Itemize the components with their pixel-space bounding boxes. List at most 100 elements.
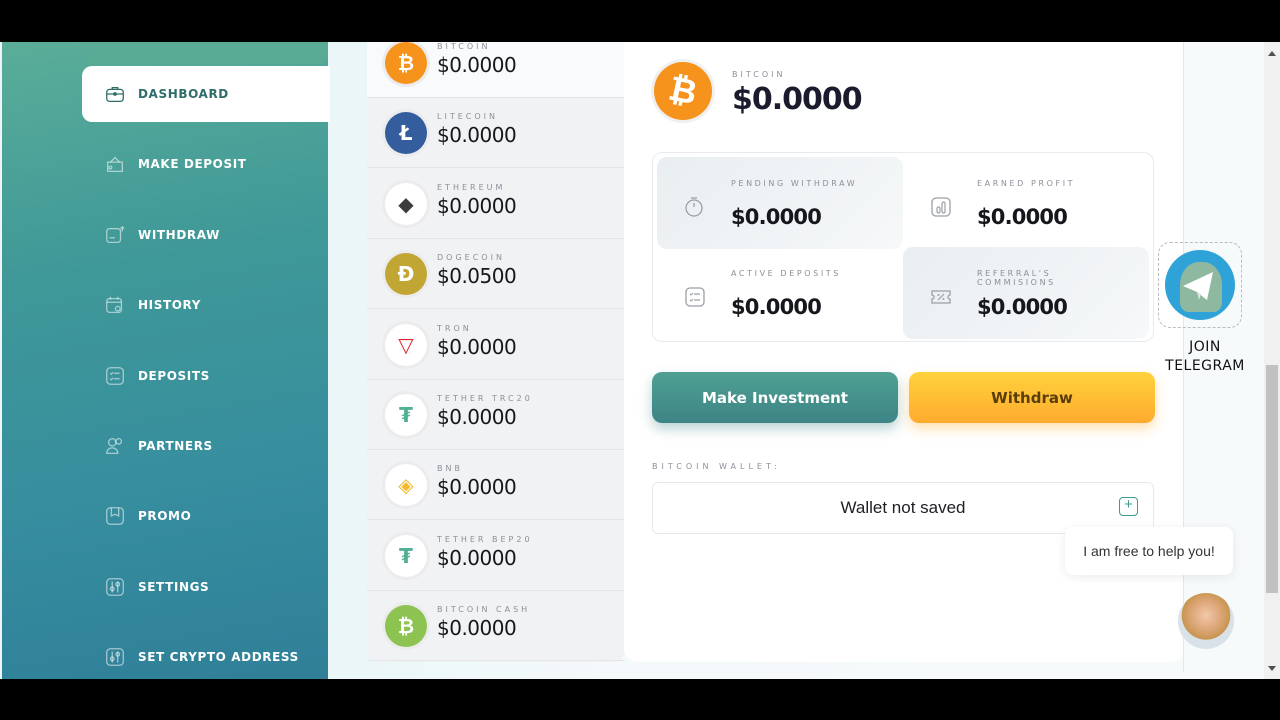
coin-row-bitcoin[interactable]: ₿ BITCOIN $0.0000 [367, 42, 625, 98]
stat-label: PENDING WITHDRAW [731, 179, 858, 188]
ethereum-logo-icon: ◆ [385, 182, 427, 225]
sidebar-item-history[interactable]: HISTORY [82, 277, 330, 333]
tron-logo-icon: ▽ [385, 323, 427, 366]
withdraw-button[interactable]: Withdraw [909, 372, 1155, 423]
sidebar-item-set-crypto-address[interactable]: SET CRYPTO ADDRESS [82, 629, 330, 679]
coin-name: TRON [437, 323, 472, 333]
timer-icon [685, 197, 703, 217]
coin-glyph: ₮ [399, 543, 413, 568]
stat-label: REFERRAL'S COMMISIONS [977, 269, 1056, 287]
coin-row-ethereum[interactable]: ◆ ETHEREUM $0.0000 [367, 169, 625, 239]
coin-glyph: ▽ [398, 332, 414, 357]
coin-balance: $0.0000 [437, 616, 517, 641]
stat-active-deposits: ACTIVE DEPOSITS $0.0000 [657, 247, 903, 339]
scroll-up-icon[interactable] [1268, 51, 1276, 56]
bar-chart-icon [931, 197, 951, 217]
coin-balance: $0.0000 [437, 545, 517, 570]
sidebar: DASHBOARD MAKE DEPOSIT WITHDRAW HISTORY DEPO… [2, 42, 330, 679]
coin-row-bitcoin-cash[interactable]: ₿ BITCOIN CASH $0.0000 [367, 591, 625, 662]
coin-balance: $0.0000 [437, 53, 517, 77]
telegram-button[interactable] [1158, 242, 1242, 328]
stat-value: $0.0000 [977, 205, 1068, 229]
coin-row-tron[interactable]: ▽ TRON $0.0000 [367, 310, 625, 380]
percent-ticket-icon [931, 290, 951, 304]
telegram-label-line1: JOIN [1189, 339, 1221, 355]
coin-glyph: Ł [399, 121, 413, 146]
chat-bubble[interactable]: I am free to help you! [1065, 527, 1233, 575]
coin-list: ₿ BITCOIN $0.0000 Ł LITECOIN $0.0000 ◆ ETHEREUM… [367, 42, 625, 662]
coin-glyph: Ð [397, 262, 415, 287]
sidebar-item-label: MAKE DEPOSIT [138, 157, 247, 172]
sidebar-item-partners[interactable]: PARTNERS [82, 418, 330, 474]
stat-earned-profit: EARNED PROFIT $0.0000 [903, 157, 1149, 249]
telegram-icon [1165, 250, 1235, 320]
users-icon [106, 438, 123, 454]
scrollbar[interactable] [1264, 42, 1280, 679]
bitcoin-logo-icon: ₿ [654, 62, 712, 120]
calendar-search-icon [106, 296, 123, 314]
sidebar-item-settings[interactable]: SETTINGS [82, 559, 330, 615]
bitcoin-glyph: ₿ [665, 68, 701, 114]
telegram-label-line2: TELEGRAM [1165, 358, 1245, 374]
wallet-icon [107, 157, 123, 173]
support-avatar[interactable] [1178, 593, 1234, 649]
coin-name: BITCOIN [437, 42, 491, 51]
coin-row-tether-trc20[interactable]: ₮ TETHER TRC20 $0.0000 [367, 380, 625, 450]
sidebar-item-label: HISTORY [138, 298, 202, 313]
coin-name: ETHEREUM [437, 182, 506, 192]
coin-row-bnb[interactable]: ◈ BNB $0.0000 [367, 450, 625, 521]
sidebar-item-label: DEPOSITS [138, 368, 210, 383]
stat-label: ACTIVE DEPOSITS [731, 269, 841, 278]
sidebar-top-tab [82, 42, 328, 64]
coin-glyph: ₿ [397, 50, 415, 75]
sidebar-item-make-deposit[interactable]: MAKE DEPOSIT [82, 136, 330, 192]
sidebar-item-label: WITHDRAW [138, 227, 220, 242]
sidebar-item-promo[interactable]: PROMO [82, 488, 330, 544]
sidebar-item-deposits[interactable]: DEPOSITS [82, 348, 330, 404]
coin-balance: $0.0000 [437, 193, 517, 218]
scrollbar-thumb[interactable] [1266, 365, 1278, 593]
add-wallet-icon[interactable]: + [1119, 497, 1138, 516]
stat-referral-commissions: REFERRAL'S COMMISIONS $0.0000 [903, 247, 1149, 339]
stat-value: $0.0000 [731, 295, 822, 319]
scroll-down-icon[interactable] [1268, 666, 1276, 671]
sidebar-item-withdraw[interactable]: WITHDRAW [82, 207, 330, 263]
coin-row-tether-bep20[interactable]: ₮ TETHER BEP20 $0.0000 [367, 521, 625, 591]
coin-balance: $0.0000 [437, 334, 517, 359]
coin-name: TETHER BEP20 [437, 534, 533, 544]
bitcoin-logo-icon: ₿ [385, 42, 427, 84]
coin-row-dogecoin[interactable]: Ð DOGECOIN $0.0500 [367, 239, 625, 310]
sidebar-item-label: SET CRYPTO ADDRESS [138, 650, 299, 665]
selected-coin-name: BITCOIN [732, 70, 786, 79]
coin-balance: $0.0000 [437, 405, 517, 429]
briefcase-icon [106, 86, 124, 102]
coin-balance: $0.0000 [437, 123, 517, 148]
stat-pending-withdraw: PENDING WITHDRAW $0.0000 [657, 157, 903, 249]
join-telegram-label[interactable]: JOIN TELEGRAM [1150, 338, 1260, 376]
make-investment-button[interactable]: Make Investment [652, 372, 898, 423]
coin-glyph: ◈ [398, 473, 414, 498]
coin-name: BNB [437, 464, 463, 474]
sidebar-item-dashboard[interactable]: DASHBOARD [82, 66, 330, 122]
app-window: DASHBOARD MAKE DEPOSIT WITHDRAW HISTORY DEPO… [0, 42, 1280, 679]
sliders-icon [106, 648, 124, 667]
coin-glyph: ◆ [398, 191, 414, 216]
stat-value: $0.0000 [977, 295, 1068, 319]
litecoin-logo-icon: Ł [385, 112, 427, 155]
stat-value: $0.0000 [731, 205, 822, 229]
sidebar-item-label: DASHBOARD [138, 87, 229, 101]
checklist-icon [685, 287, 705, 307]
tether-bep20-logo-icon: ₮ [385, 534, 427, 577]
coin-name: DOGECOIN [437, 253, 505, 263]
coin-row-litecoin[interactable]: Ł LITECOIN $0.0000 [367, 98, 625, 169]
sliders-icon [106, 577, 124, 596]
coin-glyph: ₿ [397, 613, 415, 638]
bnb-logo-icon: ◈ [385, 464, 427, 507]
sidebar-item-label: PROMO [138, 509, 192, 524]
tether-trc20-logo-icon: ₮ [385, 394, 427, 436]
card-upload-icon [106, 225, 125, 243]
coin-glyph: ₮ [399, 403, 413, 427]
dogecoin-logo-icon: Ð [385, 253, 427, 296]
stat-label: EARNED PROFIT [977, 179, 1076, 188]
bitcoin-cash-logo-icon: ₿ [385, 605, 427, 648]
